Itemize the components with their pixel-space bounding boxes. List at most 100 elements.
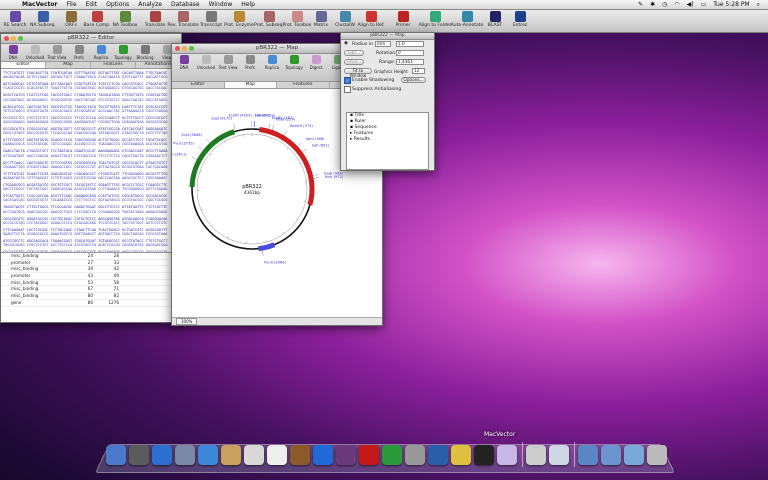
window-tool-3[interactable]: Prefs	[241, 55, 259, 70]
zoom-level[interactable]: 100%	[176, 318, 198, 325]
toolbar-button-15[interactable]: Align to Folder	[419, 11, 451, 28]
fit-to-window-button[interactable]: Fit to Window	[344, 68, 372, 77]
window-tool-4[interactable]: Replica	[263, 55, 281, 70]
spotlight-search-icon[interactable]: ⌕	[757, 1, 760, 9]
table-row[interactable]: misc_binding 39 42	[1, 266, 181, 274]
tab-map[interactable]: Map	[224, 82, 277, 88]
menu-app[interactable]: MacVector	[22, 1, 57, 8]
toolbar-button-8[interactable]: Prot. Enzyme	[224, 11, 254, 28]
menu-options[interactable]: Options	[106, 1, 129, 8]
tab-features[interactable]: Features	[277, 82, 330, 88]
table-row[interactable]: misc_binding 24 28	[1, 253, 181, 260]
window-tool-2[interactable]: Text View	[219, 55, 237, 70]
bluetooth-icon[interactable]: ✱	[650, 1, 655, 8]
radius-input[interactable]: 1.0	[396, 41, 424, 47]
toolbar-button-3[interactable]: Base Comp.	[82, 11, 112, 28]
dock-app-icon[interactable]	[129, 445, 149, 465]
toolbar-button-6[interactable]: Rev. Translate	[167, 11, 199, 28]
time-machine-icon[interactable]: ◷	[662, 1, 667, 8]
window-tool-6[interactable]: Blocking	[136, 45, 154, 60]
filter-button[interactable]: Filter...	[344, 59, 364, 65]
script-menu-icon[interactable]: ✎	[638, 1, 643, 8]
menu-window[interactable]: Window	[209, 1, 233, 8]
feature-table[interactable]: misc_binding 24 28 promoter 27 33 misc_binding…	[1, 252, 181, 322]
dock-app-icon[interactable]	[198, 445, 218, 465]
menu-analyze[interactable]: Analyze	[138, 1, 162, 8]
window-tool-0[interactable]: DNA	[175, 55, 193, 70]
dock-app-icon[interactable]	[497, 445, 517, 465]
table-row[interactable]: misc_binding 53 58	[1, 280, 181, 287]
table-row[interactable]: misc_binding 80 82	[1, 293, 181, 300]
table-row[interactable]: gene 86 1276	[1, 300, 181, 307]
table-row[interactable]: promoter 43 49	[1, 273, 181, 280]
dock-app-icon[interactable]	[405, 445, 425, 465]
dock-app-icon[interactable]	[336, 445, 356, 465]
toolbar-button-4[interactable]: NA Toolbox	[110, 11, 140, 28]
radius-unit-select[interactable]: mm	[375, 41, 391, 47]
dock-app-icon[interactable]	[428, 445, 448, 465]
dock-app-icon[interactable]	[647, 445, 667, 465]
shadowing-checkbox[interactable]: ✓	[344, 77, 351, 84]
sequence-view[interactable]: TTCTCATGTT TGACAGCTTA TCATCGATAA GCTTTAA…	[1, 69, 181, 263]
table-row[interactable]: promoter 27 33	[1, 260, 181, 267]
toolbar-button-18[interactable]: Entrez	[505, 11, 535, 28]
battery-icon[interactable]: ▭	[701, 1, 707, 8]
window-tool-3[interactable]: Prefs	[70, 45, 88, 60]
wifi-icon[interactable]: ◠	[674, 1, 679, 8]
window-tool-2[interactable]: Text View	[48, 45, 66, 60]
dock-app-icon[interactable]	[359, 445, 379, 465]
rotation-input[interactable]: 0	[396, 50, 424, 56]
window-tool-0[interactable]: DNA	[4, 45, 22, 60]
dock-app-icon[interactable]	[244, 445, 264, 465]
dock-app-icon[interactable]	[175, 445, 195, 465]
window-tool-5[interactable]: Topology	[114, 45, 132, 60]
dock-app-icon[interactable]	[624, 445, 644, 465]
dock-app-icon[interactable]	[221, 445, 241, 465]
dock-app-icon[interactable]	[578, 445, 598, 465]
tab-editor[interactable]: Editor	[1, 62, 46, 68]
toolbar-button-9[interactable]: Prot. Subseq.	[254, 11, 284, 28]
dock-app-icon[interactable]	[290, 445, 310, 465]
menu-database[interactable]: Database	[171, 1, 200, 8]
dock-app-icon[interactable]	[106, 445, 126, 465]
table-row[interactable]: misc_binding 67 71	[1, 286, 181, 294]
dock-app-icon[interactable]	[313, 445, 333, 465]
tab-editor[interactable]: Editor	[172, 82, 225, 88]
toolbar-button-7[interactable]: Transcript	[196, 11, 226, 28]
toolbar-button-13[interactable]: Align to Ref.	[356, 11, 386, 28]
window-tool-6[interactable]: Digest	[307, 55, 325, 70]
menu-edit[interactable]: Edit	[86, 1, 98, 8]
window-tool-1[interactable]: Unlocked	[26, 45, 44, 60]
toolbar-button-1[interactable]: NA Subseq.	[28, 11, 58, 28]
edit-button[interactable]: Edit...	[344, 50, 364, 56]
volume-icon[interactable]: ◀)	[687, 1, 694, 8]
window-tool-1[interactable]: Unlocked	[197, 55, 215, 70]
toolbar-button-14[interactable]: Primer	[388, 11, 418, 28]
dock-app-icon[interactable]	[474, 445, 494, 465]
clock[interactable]: Tue 5:28 PM	[713, 1, 749, 8]
dock-app-icon[interactable]	[601, 445, 621, 465]
editor-titlebar[interactable]: pBR322 — Editor	[1, 34, 181, 44]
range-input[interactable]: 1:4361	[396, 59, 424, 65]
toolbar-button-0[interactable]: RE Search	[0, 11, 30, 28]
dock-app-icon[interactable]	[152, 445, 172, 465]
toolbar-button-5[interactable]: Translate	[140, 11, 170, 28]
tree-item-results[interactable]: ▸ Results	[347, 137, 428, 143]
panel-titlebar[interactable]: pBR322 — Map	[341, 33, 434, 40]
toolbar-button-16[interactable]: Auto-Annotate	[451, 11, 483, 28]
graphics-height-select[interactable]: 12	[412, 68, 425, 74]
tab-features[interactable]: Features	[91, 62, 136, 68]
dock-app-icon[interactable]	[549, 445, 569, 465]
window-tool-4[interactable]: Replica	[92, 45, 110, 60]
window-tool-5[interactable]: Topology	[285, 55, 303, 70]
dock-app-icon[interactable]	[451, 445, 471, 465]
dock-app-icon[interactable]	[526, 445, 546, 465]
radio-icon[interactable]: ◉	[344, 41, 348, 46]
dock-app-icon[interactable]	[267, 445, 287, 465]
tab-map[interactable]: Map	[46, 62, 91, 68]
menu-help[interactable]: Help	[241, 1, 255, 8]
antialias-checkbox[interactable]	[344, 86, 351, 93]
dock-app-icon[interactable]	[382, 445, 402, 465]
menu-file[interactable]: File	[66, 1, 76, 8]
options-button[interactable]: Options...	[401, 77, 426, 83]
